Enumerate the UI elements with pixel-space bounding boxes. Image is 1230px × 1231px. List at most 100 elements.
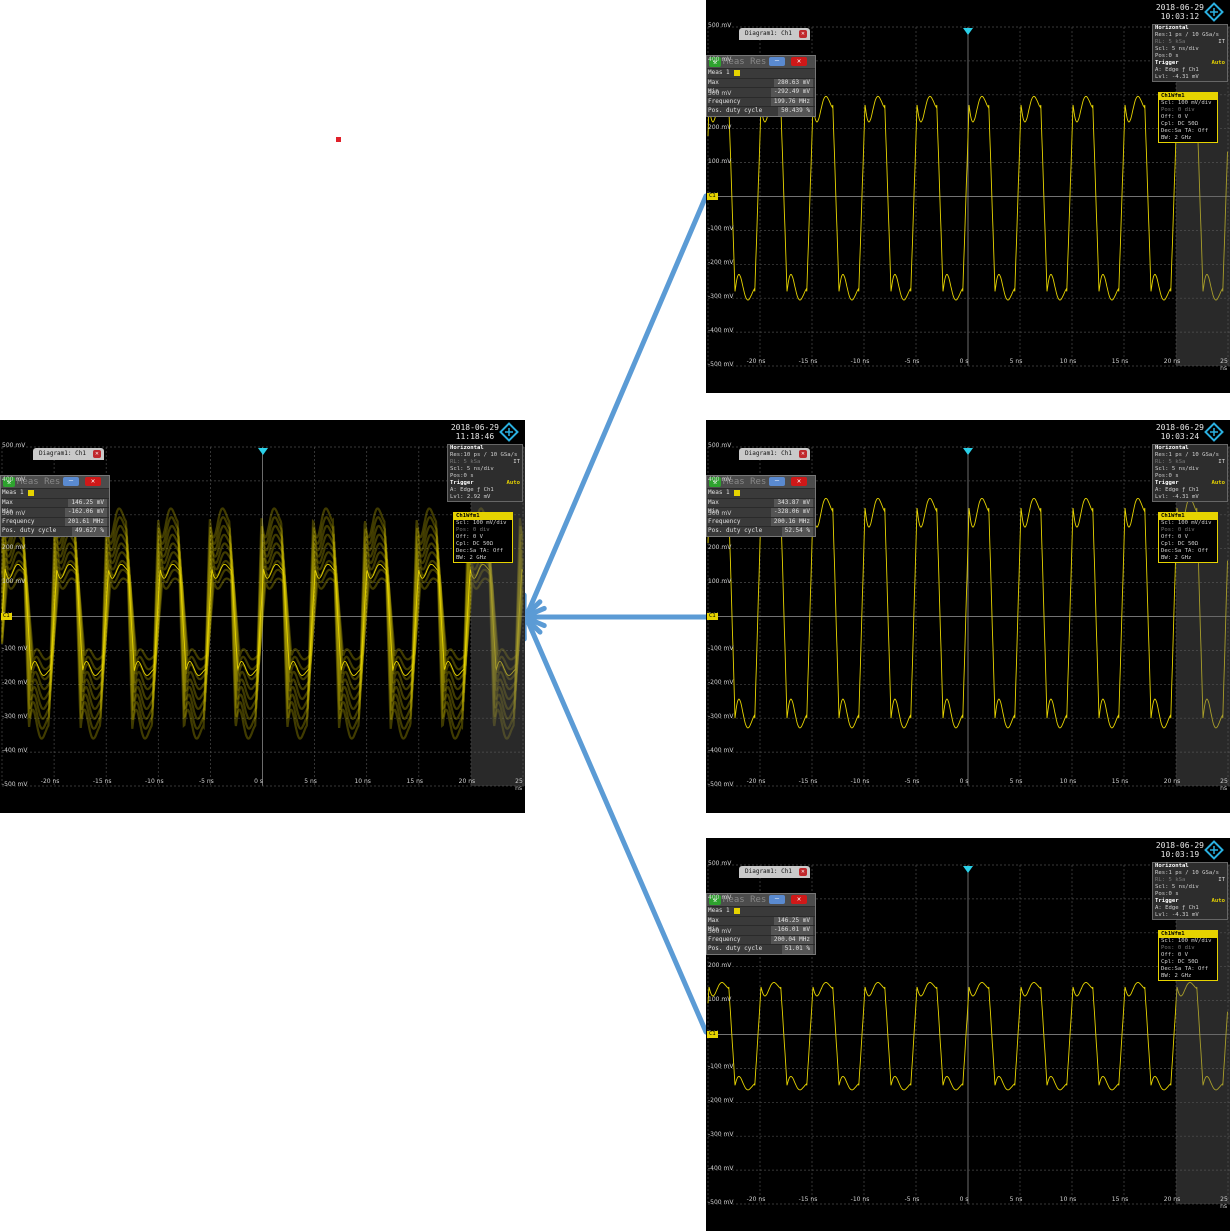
channel-zero-marker[interactable]: C1 [707,612,718,620]
wfm-decimation: Dec:Sa TA: Off [1161,966,1209,972]
date-text: 2018-06-29 [450,423,499,432]
wfm-decimation: Dec:Sa TA: Off [1161,548,1209,554]
x-tick-label: -20 ns [40,778,60,785]
minimize-button[interactable]: – [63,477,79,486]
y-tick-label: -200 mV [708,1097,734,1105]
meas-row: Pos. duty cycle 49.627 % [1,526,109,536]
meas-value: 51.01 % [781,945,813,954]
horizontal-trigger-panel[interactable]: Horizontal Res:1 ps / 10 GSa/s RL: 5 kSa… [1152,862,1228,920]
horizontal-trigger-panel[interactable]: Horizontal Res:1 ps / 10 GSa/s RL: 5 kSa… [1152,24,1228,82]
meas-row: Max 280.63 mV [707,77,815,87]
channel-waveform-panel[interactable]: Ch1Wfm1 Scl: 100 mV/div Pos: 0 div Off: … [1158,930,1218,981]
meas-key: Pos. duty cycle [708,945,763,952]
trigger-title: Trigger Auto [450,480,520,486]
y-tick-label: 200 mV [708,961,732,969]
close-icon[interactable]: ✕ [798,868,807,876]
meas-row: Pos. duty cycle 51.01 % [707,944,815,954]
x-tick-label: 15 ns [1111,778,1129,785]
x-tick-label: 25 ns [1220,778,1228,792]
y-tick-label: -500 mV [708,361,734,368]
x-tick-label: 25 ns [1220,358,1228,372]
wfm-bandwidth: BW: 2 GHz [1161,135,1192,141]
y-tick-label: 500 mV [708,442,732,449]
meas-value: 49.627 % [72,527,107,536]
minimize-button[interactable]: – [769,895,785,904]
x-tick-label: -5 ns [904,358,920,365]
oscilloscope-screenshot-middle: 2018-06-29 10:03:24 Diagram1: Ch1 ✕ ⚒ Me… [706,420,1230,813]
x-tick-label: 0 s [254,778,263,785]
wfm-offset: Off: 0 V [456,534,483,540]
channel-zero-marker[interactable]: C1 [1,612,12,620]
meas-color-badge [27,489,34,496]
channel-waveform-panel[interactable]: Ch1Wfm1 Scl: 100 mV/div Pos: 0 div Off: … [453,512,513,563]
trigger-position-icon [963,866,973,873]
diagram-tab[interactable]: Diagram1: Ch1 ✕ [739,28,810,40]
close-button[interactable]: ✕ [85,477,101,486]
wfm-offset: Off: 0 V [1161,952,1188,958]
meas-name: Meas 1 [2,489,34,498]
scale-text: Scl: 5 ns/div [1155,46,1199,52]
meas-value: 201.61 MHz [64,517,107,526]
x-tick-label: -15 ns [798,1196,818,1203]
channel-waveform-panel[interactable]: Ch1Wfm1 Scl: 100 mV/div Pos: 0 div Off: … [1158,512,1218,563]
x-tick-label: -20 ns [746,1196,766,1203]
meas-value: 200.04 MHz [770,935,813,944]
y-tick-label: 100 mV [2,577,26,585]
wfm-coupling: Cpl: DC 50Ω [1161,121,1199,127]
meas-value: -328.06 mV [770,508,813,517]
x-tick-label: -5 ns [904,778,920,785]
x-tick-label: 5 ns [1009,778,1023,785]
x-tick-label: 10 ns [1059,358,1077,365]
diagram-tab-label: Diagram1: Ch1 [39,450,86,457]
x-tick-label: -5 ns [198,778,214,785]
close-icon[interactable]: ✕ [798,450,807,458]
close-button[interactable]: ✕ [791,477,807,486]
trigger-title: Trigger Auto [1155,60,1225,66]
y-tick-label: 400 mV [708,55,732,63]
meas-row: Frequency 201.61 MHz [1,516,109,526]
close-icon[interactable]: ✕ [798,30,807,38]
measurement-results-panel: ⚒ Meas Res – ✕ Meas 1 Max 343.87 mV Min -3… [706,475,816,537]
y-tick-label: -400 mV [2,747,28,755]
meas-value: -292.49 mV [770,88,813,97]
trigger-source-text: A: Edge ƒ Ch1 [1155,487,1199,493]
y-tick-label: -500 mV [2,781,28,788]
trigger-source-text: A: Edge ƒ Ch1 [1155,905,1199,911]
y-tick-label: -400 mV [708,1165,734,1173]
minimize-button[interactable]: – [769,477,785,486]
minimize-button[interactable]: – [769,57,785,66]
resolution-text: Res:1 ps / 10 GSa/s [1155,452,1219,458]
close-button[interactable]: ✕ [791,895,807,904]
horizontal-trigger-panel[interactable]: Horizontal Res:1 ps / 10 GSa/s RL: 5 kSa… [1152,444,1228,502]
y-tick-label: 100 mV [708,995,732,1003]
horizontal-trigger-panel[interactable]: Horizontal Res:10 ps / 10 GSa/s RL: 5 kS… [447,444,523,502]
channel-waveform-panel[interactable]: Ch1Wfm1 Scl: 100 mV/div Pos: 0 div Off: … [1158,92,1218,143]
wfm-title: Ch1Wfm1 [1159,513,1217,520]
trigger-level-text: Lvl: -4.31 mV [1155,74,1199,80]
close-icon[interactable]: ✕ [92,450,101,458]
close-button[interactable]: ✕ [791,57,807,66]
y-tick-label: 300 mV [2,509,26,517]
meas-value: -166.01 mV [770,926,813,935]
diagram-tab[interactable]: Diagram1: Ch1 ✕ [739,866,810,878]
x-tick-label: 5 ns [304,778,317,785]
diagram-tab[interactable]: Diagram1: Ch1 ✕ [33,448,104,460]
channel-zero-marker[interactable]: C1 [707,192,718,200]
position-text: Pos:0 s [1155,473,1179,479]
trigger-position-icon [963,448,973,455]
rohde-schwarz-logo-icon [1204,2,1224,22]
resolution-text: Res:1 ps / 10 GSa/s [1155,870,1219,876]
time-text: 10:03:12 [1160,12,1200,21]
x-tick-label: 5 ns [1009,1196,1023,1203]
wfm-coupling: Cpl: DC 50Ω [456,541,494,547]
meas-color-badge [733,69,740,76]
diagram-tab[interactable]: Diagram1: Ch1 ✕ [739,448,810,460]
x-tick-label: -15 ns [798,358,818,365]
trigger-source-text: A: Edge ƒ Ch1 [1155,67,1199,73]
channel-zero-marker[interactable]: C1 [707,1030,718,1038]
horizontal-title: Horizontal [1155,25,1189,31]
connector-arrow-line [523,614,709,1035]
wfm-decimation: Dec:Sa TA: Off [456,548,504,554]
x-tick-label: 15 ns [406,778,424,785]
y-tick-label: 200 mV [2,543,26,551]
